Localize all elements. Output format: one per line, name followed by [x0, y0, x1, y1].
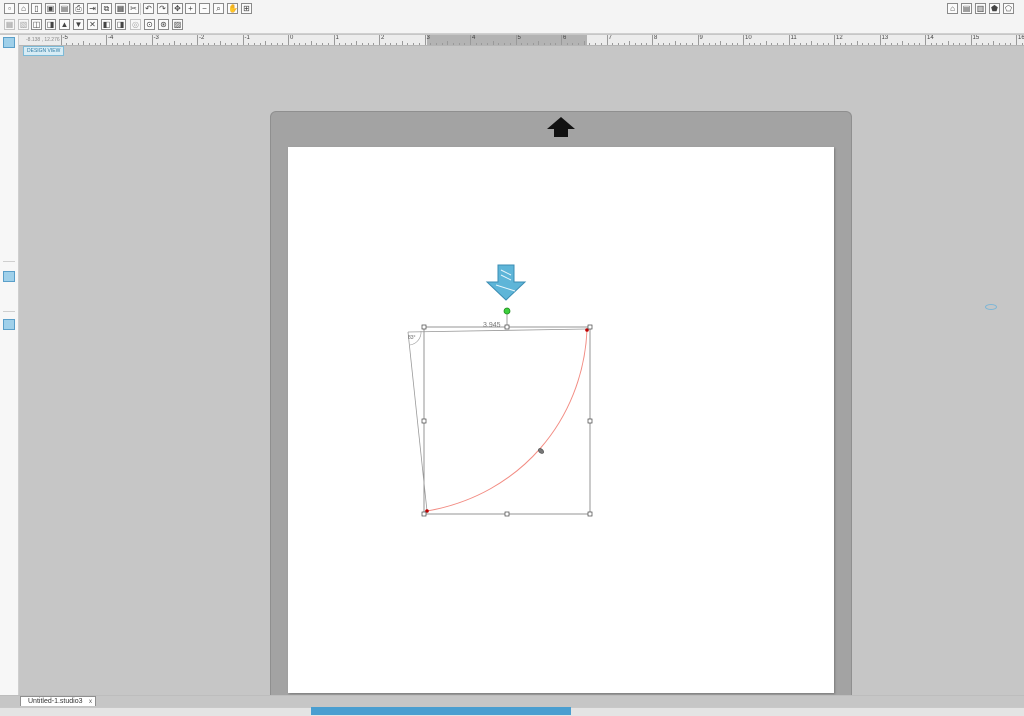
arc-midpoint-handle[interactable] [537, 448, 544, 455]
horizontal-scrollbar-thumb[interactable] [311, 707, 571, 715]
offscreen-object-indicator[interactable] [985, 304, 997, 310]
close-tab-icon[interactable]: x [89, 697, 92, 707]
handle-top-left[interactable] [421, 324, 427, 330]
handle-middle-left[interactable] [421, 418, 427, 424]
rotation-angle-label: 83° [408, 335, 416, 341]
load-direction-arrow-icon [485, 264, 527, 301]
handle-bottom-right[interactable] [587, 511, 593, 517]
handle-bottom-middle[interactable] [504, 511, 510, 517]
canvas-overlay [407, 117, 593, 517]
document-tab-label: Untitled-1.studio3 [28, 698, 83, 705]
handle-top-middle[interactable] [504, 324, 510, 330]
rotation-handle[interactable] [503, 307, 511, 315]
width-dimension-label: 3.945 [483, 322, 501, 329]
handle-top-right[interactable] [587, 324, 593, 330]
mat-feed-arrow-icon[interactable] [547, 117, 575, 137]
document-tab[interactable]: Untitled-1.studio3 x [20, 696, 96, 706]
rotation-guide [407, 328, 588, 333]
handle-middle-right[interactable] [587, 418, 593, 424]
handle-bottom-left[interactable] [421, 511, 427, 517]
selection-box [423, 326, 591, 515]
arc-shape[interactable] [426, 329, 588, 512]
